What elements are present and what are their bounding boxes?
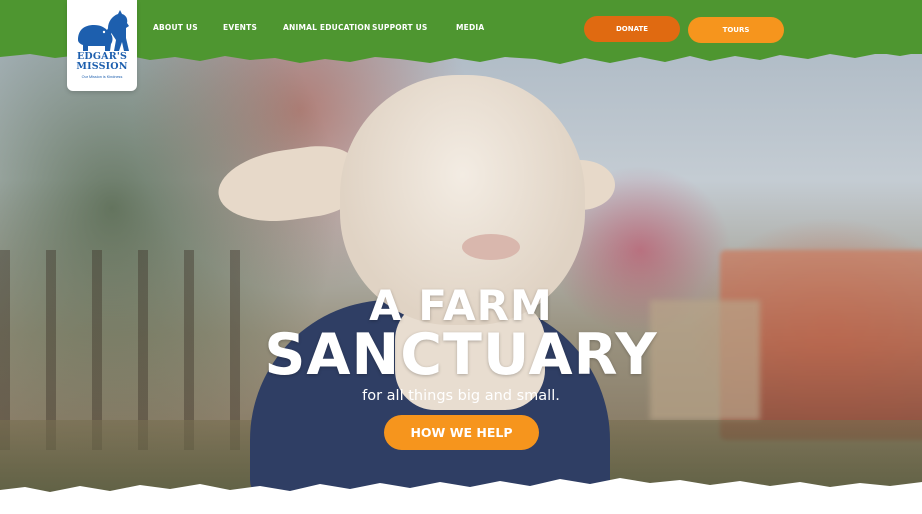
nav-animal-education[interactable]: ANIMAL EDUCATION: [283, 23, 370, 32]
header-torn-edge: [0, 44, 922, 64]
hero-title-line2: SANCTUARY: [264, 322, 658, 388]
site-logo[interactable]: EDGAR'S MISSION Our Mission is Kindness: [67, 0, 137, 91]
nav-support-us[interactable]: SUPPORT US: [372, 23, 428, 32]
how-we-help-button[interactable]: HOW WE HELP: [384, 415, 539, 450]
logo-wordmark: EDGAR'S MISSION: [76, 51, 128, 72]
hero-bottom-torn-edge: [0, 478, 922, 514]
logo-pig-dog-icon: [78, 10, 129, 51]
logo-tagline: Our Mission is Kindness: [81, 75, 123, 79]
nav-events[interactable]: EVENTS: [223, 23, 257, 32]
nav-media[interactable]: MEDIA: [456, 23, 484, 32]
nav-about-us[interactable]: ABOUT US: [153, 23, 198, 32]
lamb-nose: [462, 234, 520, 260]
hero-subtitle: for all things big and small.: [362, 388, 560, 404]
tours-button[interactable]: TOURS: [688, 17, 784, 43]
donate-button[interactable]: DONATE: [584, 16, 680, 42]
